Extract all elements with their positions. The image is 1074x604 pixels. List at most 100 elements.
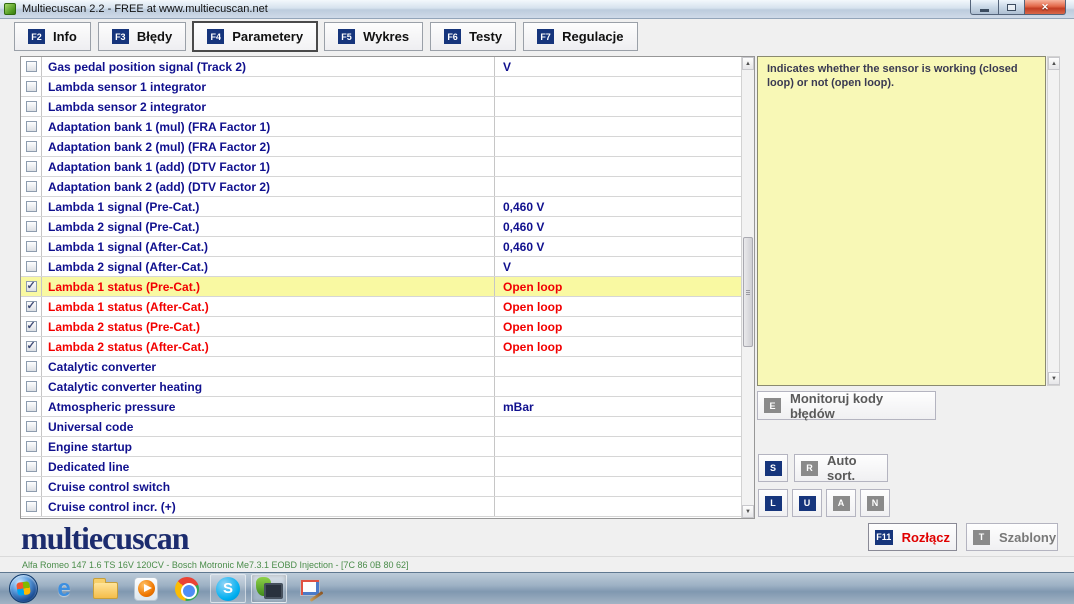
table-row[interactable]: Lambda 2 status (After-Cat.) Open loop: [21, 337, 741, 357]
table-row[interactable]: Universal code: [21, 417, 741, 437]
taskbar-item-internet-explorer[interactable]: e: [46, 574, 82, 603]
scroll-up-icon[interactable]: ▲: [742, 57, 754, 70]
table-row[interactable]: Catalytic converter: [21, 357, 741, 377]
parameter-value: Open loop: [503, 279, 563, 294]
tab-info[interactable]: F2 Info: [14, 22, 91, 51]
parameter-value: Open loop: [503, 339, 563, 354]
media-player-icon: [134, 576, 158, 601]
row-checkbox[interactable]: [25, 401, 37, 412]
row-checkbox[interactable]: [25, 381, 37, 392]
parameter-name: Cruise control switch: [42, 477, 495, 496]
taskbar-item-chrome[interactable]: [169, 574, 205, 603]
tab-regulacje[interactable]: F7 Regulacje: [523, 22, 638, 51]
paint-icon: [298, 577, 323, 600]
fkey-badge: F7: [537, 29, 555, 44]
parameter-value: [495, 377, 741, 396]
table-row[interactable]: Lambda 1 status (After-Cat.) Open loop: [21, 297, 741, 317]
l-button[interactable]: L: [758, 489, 788, 517]
row-checkbox[interactable]: [25, 261, 37, 272]
sort-s-button[interactable]: S: [758, 454, 788, 482]
row-checkbox[interactable]: [25, 319, 37, 332]
start-button[interactable]: [5, 574, 41, 603]
monitor-error-codes-button[interactable]: E Monitoruj kody błędów: [757, 390, 936, 421]
table-row[interactable]: Lambda sensor 2 integrator: [21, 97, 741, 117]
parameter-value: 0,460 V: [503, 219, 545, 234]
table-row[interactable]: Gas pedal position signal (Track 2) V: [21, 57, 741, 77]
row-checkbox[interactable]: [25, 61, 37, 72]
monitor-error-codes-label: Monitoruj kody błędów: [790, 390, 884, 421]
folder-icon: [92, 578, 118, 599]
taskbar-item-skype[interactable]: S: [210, 574, 246, 603]
disconnect-button[interactable]: F11 Rozłącz: [868, 523, 957, 551]
table-row[interactable]: Dedicated line: [21, 457, 741, 477]
row-checkbox[interactable]: [25, 339, 37, 352]
templates-button[interactable]: T Szablony: [966, 523, 1058, 551]
row-checkbox[interactable]: [25, 361, 37, 372]
table-row[interactable]: Adaptation bank 1 (add) (DTV Factor 1): [21, 157, 741, 177]
row-checkbox[interactable]: [25, 421, 37, 432]
row-checkbox[interactable]: [25, 441, 37, 452]
row-checkbox[interactable]: [25, 461, 37, 472]
app-icon: [4, 3, 16, 15]
checkbox-cell: [21, 317, 42, 336]
table-row[interactable]: Catalytic converter heating: [21, 377, 741, 397]
scroll-down-icon[interactable]: ▼: [742, 505, 754, 518]
u-button[interactable]: U: [792, 489, 822, 517]
table-row[interactable]: Cruise control switch: [21, 477, 741, 497]
row-checkbox[interactable]: [25, 279, 37, 292]
tab-błędy[interactable]: F3 Błędy: [97, 22, 187, 51]
tab-label: Info: [53, 29, 77, 44]
row-checkbox[interactable]: [25, 221, 37, 232]
parameter-name: Cruise control incr. (+): [42, 497, 495, 516]
taskbar-item-multiecuscan[interactable]: [251, 574, 287, 603]
scroll-thumb[interactable]: [743, 237, 753, 347]
description-scrollbar[interactable]: ▲ ▼: [1047, 56, 1060, 386]
table-row[interactable]: Lambda sensor 1 integrator: [21, 77, 741, 97]
checkbox-cell: [21, 237, 42, 256]
row-checkbox[interactable]: [25, 81, 37, 92]
row-checkbox[interactable]: [25, 161, 37, 172]
table-row[interactable]: Lambda 2 signal (After-Cat.) V: [21, 257, 741, 277]
table-row[interactable]: Lambda 2 status (Pre-Cat.) Open loop: [21, 317, 741, 337]
tab-bar: F2 Info F3 Błędy F4 Parametery F5 Wykres…: [14, 22, 638, 51]
maximize-button[interactable]: [998, 0, 1025, 15]
tab-testy[interactable]: F6 Testy: [430, 22, 517, 51]
table-row[interactable]: Cruise control incr. (+): [21, 497, 741, 517]
table-row[interactable]: Adaptation bank 2 (add) (DTV Factor 2): [21, 177, 741, 197]
row-checkbox[interactable]: [25, 101, 37, 112]
row-checkbox[interactable]: [25, 241, 37, 252]
tab-parametery[interactable]: F4 Parametery: [193, 22, 318, 51]
row-checkbox[interactable]: [25, 141, 37, 152]
scroll-down-icon[interactable]: ▼: [1048, 372, 1060, 385]
row-checkbox[interactable]: [25, 201, 37, 212]
key-badge-f11: F11: [875, 529, 893, 545]
row-checkbox[interactable]: [25, 121, 37, 132]
a-button[interactable]: A: [826, 489, 856, 517]
parameter-name: Adaptation bank 1 (add) (DTV Factor 1): [42, 157, 495, 176]
start-orb-icon: [8, 574, 38, 603]
minimize-button[interactable]: [970, 0, 999, 15]
close-button[interactable]: ✕: [1024, 0, 1066, 15]
taskbar-item-explorer[interactable]: [87, 574, 123, 603]
row-checkbox[interactable]: [25, 481, 37, 492]
n-button[interactable]: N: [860, 489, 890, 517]
table-row[interactable]: Lambda 1 signal (Pre-Cat.) 0,460 V: [21, 197, 741, 217]
taskbar-item-paint[interactable]: [292, 574, 328, 603]
auto-sort-button[interactable]: R Auto sort.: [794, 453, 888, 483]
table-row[interactable]: Adaptation bank 1 (mul) (FRA Factor 1): [21, 117, 741, 137]
table-row[interactable]: Lambda 1 status (Pre-Cat.) Open loop: [21, 277, 741, 297]
checkbox-cell: [21, 197, 42, 216]
table-row[interactable]: Lambda 2 signal (Pre-Cat.) 0,460 V: [21, 217, 741, 237]
scroll-up-icon[interactable]: ▲: [1048, 57, 1060, 70]
table-row[interactable]: Adaptation bank 2 (mul) (FRA Factor 2): [21, 137, 741, 157]
table-row[interactable]: Engine startup: [21, 437, 741, 457]
tab-label: Wykres: [363, 29, 410, 44]
row-checkbox[interactable]: [25, 501, 37, 512]
table-scrollbar[interactable]: ▲ ▼: [741, 57, 754, 518]
row-checkbox[interactable]: [25, 181, 37, 192]
taskbar-item-media-player[interactable]: [128, 574, 164, 603]
row-checkbox[interactable]: [25, 299, 37, 312]
tab-wykres[interactable]: F5 Wykres: [324, 22, 424, 51]
table-row[interactable]: Atmospheric pressure mBar: [21, 397, 741, 417]
table-row[interactable]: Lambda 1 signal (After-Cat.) 0,460 V: [21, 237, 741, 257]
